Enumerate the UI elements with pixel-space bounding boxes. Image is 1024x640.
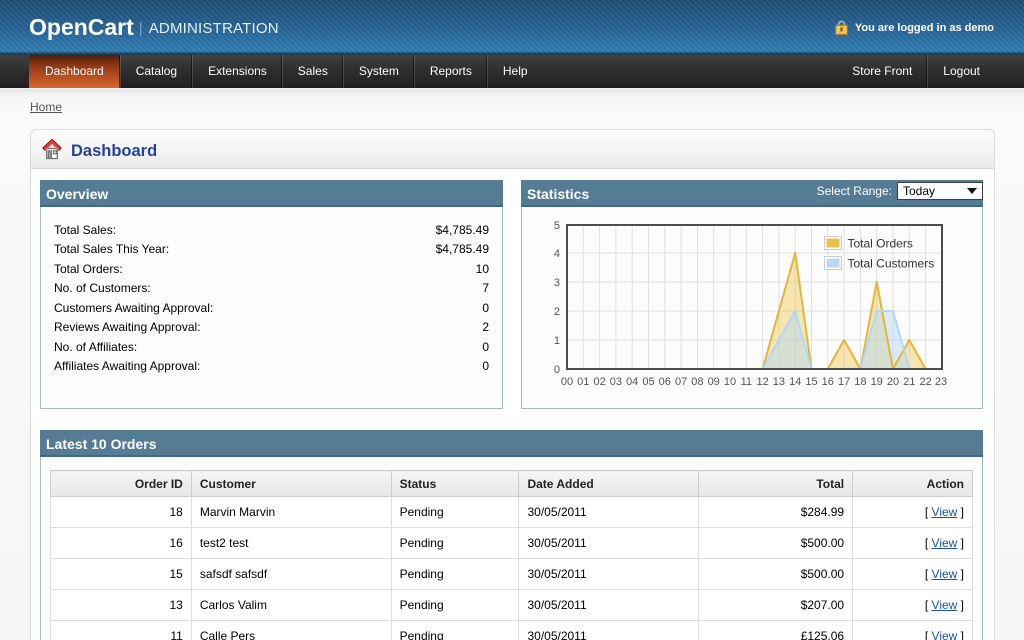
svg-text:21: 21 (903, 376, 915, 388)
svg-text:03: 03 (610, 376, 622, 388)
svg-text:01: 01 (577, 376, 589, 388)
svg-text:10: 10 (724, 376, 736, 388)
svg-text:Total Customers: Total Customers (848, 257, 935, 271)
svg-text:12: 12 (756, 376, 768, 388)
svg-text:22: 22 (919, 376, 931, 388)
svg-text:3: 3 (554, 277, 560, 289)
svg-text:2: 2 (554, 306, 560, 318)
svg-text:11: 11 (741, 376, 752, 388)
svg-text:Total Orders: Total Orders (848, 237, 913, 251)
svg-text:5: 5 (554, 220, 560, 232)
svg-text:07: 07 (675, 376, 687, 388)
svg-text:20: 20 (887, 376, 899, 388)
svg-text:0: 0 (554, 364, 560, 376)
svg-text:4: 4 (554, 248, 560, 260)
svg-text:04: 04 (626, 376, 638, 388)
svg-text:09: 09 (708, 376, 720, 388)
svg-text:02: 02 (593, 376, 605, 388)
svg-text:13: 13 (773, 376, 785, 388)
svg-text:16: 16 (822, 376, 834, 388)
svg-text:14: 14 (789, 376, 801, 388)
svg-text:19: 19 (871, 376, 883, 388)
svg-text:18: 18 (854, 376, 866, 388)
svg-text:00: 00 (561, 376, 573, 388)
svg-text:06: 06 (659, 376, 671, 388)
svg-text:1: 1 (554, 335, 560, 347)
svg-text:15: 15 (805, 376, 817, 388)
svg-text:17: 17 (838, 376, 850, 388)
svg-text:05: 05 (642, 376, 654, 388)
svg-text:08: 08 (691, 376, 703, 388)
svg-text:23: 23 (935, 376, 947, 388)
